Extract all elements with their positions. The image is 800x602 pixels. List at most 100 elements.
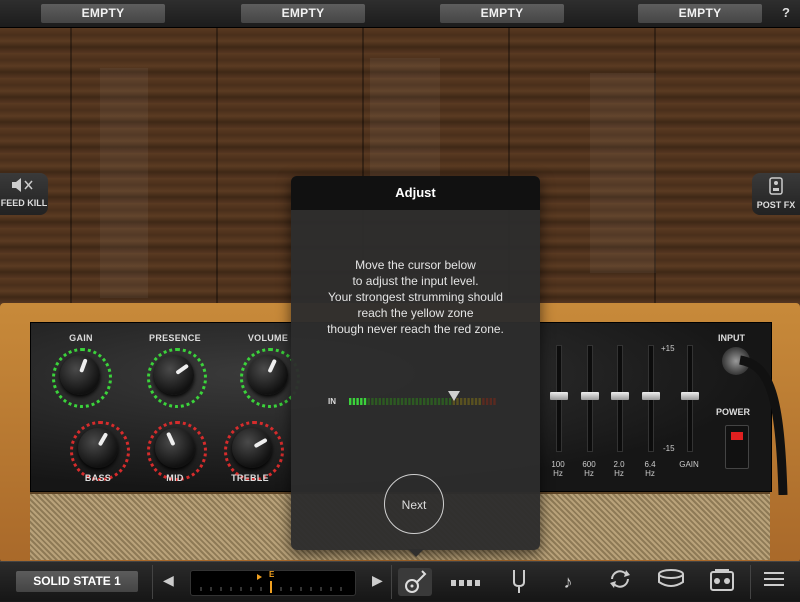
eq-label-600hz: 600 Hz — [582, 460, 596, 478]
eq-fader-gain[interactable] — [681, 345, 699, 452]
power-label: POWER — [716, 407, 751, 417]
mid-knob[interactable] — [155, 428, 195, 468]
effect-slot-1[interactable]: EMPTY — [41, 4, 165, 23]
meter-segment — [426, 398, 430, 405]
meter-segment — [471, 398, 474, 405]
power-light — [731, 432, 743, 440]
meter-segment — [415, 398, 418, 405]
bass-knob[interactable] — [78, 428, 118, 468]
dialog-pointer — [408, 549, 424, 557]
separator — [391, 565, 392, 599]
eq-label-100hz: 100 Hz — [551, 460, 565, 478]
meter-segment — [382, 398, 385, 405]
grid-icon[interactable] — [449, 568, 483, 596]
meter-segment — [386, 398, 389, 405]
meter-segment — [482, 398, 485, 405]
wood-plank — [590, 73, 656, 273]
input-level-cursor[interactable] — [448, 391, 460, 401]
meter-segment — [493, 398, 496, 405]
meter-segment — [467, 398, 470, 405]
next-button[interactable]: Next — [384, 474, 444, 534]
effect-slot-2[interactable]: EMPTY — [241, 4, 365, 23]
meter-segment — [374, 398, 378, 405]
effect-slot-4[interactable]: EMPTY — [638, 4, 762, 23]
meter-segment — [419, 398, 422, 405]
meter-segment — [474, 398, 478, 405]
eq-fader-6hz[interactable] — [642, 345, 660, 452]
preset-name-button[interactable]: SOLID STATE 1 — [16, 571, 138, 592]
meter-segment — [485, 398, 489, 405]
power-switch[interactable] — [725, 425, 749, 469]
meter-segment — [437, 398, 441, 405]
effect-slot-3[interactable]: EMPTY — [440, 4, 564, 23]
help-button[interactable]: ? — [782, 5, 790, 20]
post-fx-label: POST FX — [756, 200, 796, 210]
adjust-dialog: Adjust Move the cursor below to adjust t… — [291, 176, 540, 550]
eq-scale-top: +15 — [661, 344, 675, 353]
tuner-display[interactable]: E — [190, 570, 356, 596]
treble-knob-label: TREBLE — [231, 473, 269, 483]
bass-knob-label: BASS — [84, 473, 112, 483]
meter-segment — [463, 398, 467, 405]
prev-arrow-icon[interactable]: ◀ — [163, 572, 174, 589]
meter-segment — [400, 398, 404, 405]
dialog-title: Adjust — [291, 176, 540, 210]
note-icon[interactable]: ♪ — [551, 568, 585, 596]
presence-knob[interactable] — [154, 355, 194, 395]
drum-icon[interactable] — [654, 568, 688, 596]
dialog-message: Move the cursor below to adjust the inpu… — [327, 258, 504, 336]
eq-scale-bottom: -15 — [663, 444, 675, 453]
bottom-bar: SOLID STATE 1 ◀ E ▶ ♪ — [0, 561, 800, 601]
tuning-fork-icon[interactable] — [502, 568, 536, 596]
meter-segment — [363, 398, 367, 405]
mid-knob-label: MID — [166, 473, 184, 483]
presence-knob-label: PRESENCE — [149, 333, 201, 343]
meter-label: IN — [328, 397, 336, 406]
separator — [750, 565, 751, 599]
meter-segment — [360, 398, 363, 405]
loop-icon[interactable] — [603, 568, 637, 596]
meter-segment — [411, 398, 415, 405]
eq-fader-600hz[interactable] — [581, 345, 599, 452]
meter-segment — [352, 398, 356, 405]
amp-icon[interactable] — [705, 568, 739, 596]
meter-segment — [397, 398, 400, 405]
meter-segment — [441, 398, 444, 405]
guitar-icon[interactable] — [398, 568, 432, 596]
meter-segment — [393, 398, 396, 405]
menu-icon[interactable] — [757, 568, 791, 596]
meter-segment — [404, 398, 407, 405]
speaker-mute-icon — [0, 177, 48, 198]
meter-segment — [434, 398, 437, 405]
meter-segment — [489, 398, 492, 405]
meter-segment — [389, 398, 393, 405]
top-bar: EMPTY EMPTY EMPTY EMPTY ? — [0, 0, 800, 28]
input-level-meter — [349, 398, 496, 405]
treble-knob[interactable] — [232, 428, 272, 468]
wood-plank — [100, 68, 148, 298]
meter-segment — [367, 398, 370, 405]
meter-segment — [460, 398, 463, 405]
gain-knob-label: GAIN — [69, 333, 93, 343]
meter-segment — [356, 398, 359, 405]
meter-segment — [478, 398, 481, 405]
feed-kill-button[interactable]: FEED KILL — [0, 173, 48, 215]
meter-segment — [349, 398, 352, 405]
meter-segment — [378, 398, 381, 405]
post-fx-button[interactable]: POST FX — [752, 173, 800, 215]
eq-label-gain: GAIN — [679, 460, 699, 469]
eq-fader-100hz[interactable] — [550, 345, 568, 452]
gain-knob[interactable] — [60, 355, 100, 395]
input-label: INPUT — [718, 333, 745, 343]
meter-segment — [371, 398, 374, 405]
meter-segment — [430, 398, 433, 405]
eq-fader-2hz[interactable] — [611, 345, 629, 452]
eq-label-2hz: 2.0 Hz — [613, 460, 625, 478]
feed-kill-label: FEED KILL — [0, 198, 48, 208]
next-arrow-icon[interactable]: ▶ — [372, 572, 383, 589]
meter-segment — [408, 398, 411, 405]
pedal-icon — [752, 177, 800, 200]
tuner-scale — [200, 574, 342, 593]
separator — [152, 565, 153, 599]
volume-knob[interactable] — [248, 355, 288, 395]
